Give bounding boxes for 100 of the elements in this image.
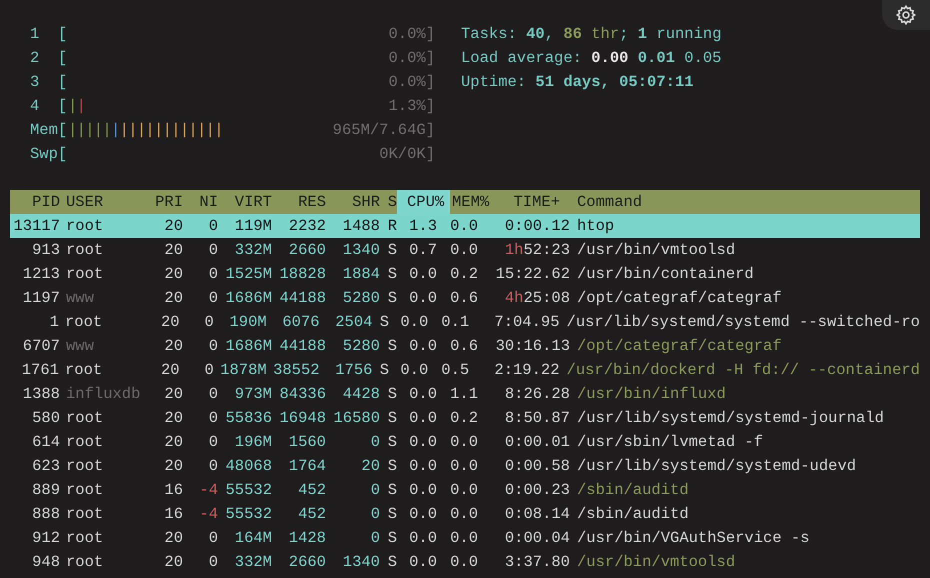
process-row[interactable]: 888 root 16 -4 55532 452 0 S 0.0 0.0 0:08.14 /sbin/auditd [10,502,920,526]
table-cell-text: 4h25:08 [504,288,570,309]
table-cell-text: 1878M [219,360,267,381]
table-cell-text: S [386,408,397,429]
column-header[interactable]: RES [272,190,326,214]
table-cell-text: 1213 [22,264,60,285]
table-cell-text: 0.0 [450,432,479,453]
column-header[interactable]: PRI [150,190,183,214]
table-cell-text: 20 [163,216,183,237]
table-cell-text: 912 [31,528,60,549]
table-cell-text: 0.0 [450,528,479,549]
table-cell-text: 5280 [342,336,380,357]
table-cell-text: /sbin/auditd [576,480,690,501]
table-cell-text: 0.0 [450,552,479,573]
table-cell-text: 20 [163,288,183,309]
process-row[interactable]: 913 root 20 0 332M 2660 1340 S 0.7 0.0 1h52:23 /usr/bin/vmtoolsd [10,238,920,262]
table-cell-text: 0.0 [408,432,438,453]
process-row[interactable]: 912 root 20 0 164M 1428 0 S 0.0 0.0 0:00.04 /usr/bin/VGAuthService -s [10,526,920,550]
table-cell-text: 0 [370,480,380,501]
table-cell-text: 20 [160,312,180,333]
table-cell-text: 1764 [288,456,326,477]
column-header[interactable]: Command [570,190,920,214]
table-cell-text: 0 [208,528,218,549]
table-cell-text: S [386,456,397,477]
table-cell-text: root [65,240,104,261]
column-header[interactable]: USER [60,190,150,214]
table-cell-text: 8:26.28 [504,384,570,405]
column-header[interactable]: S [380,190,397,214]
column-header[interactable]: NI [183,190,218,214]
table-cell-text: 0 [208,384,218,405]
table-cell-text: www [65,336,95,357]
column-header[interactable]: SHR [326,190,380,214]
table-cell-text: /usr/bin/containerd [576,264,755,285]
table-cell-text: 20 [360,456,380,477]
process-row[interactable]: 1 root 20 0 190M 6076 2504 S 0.0 0.1 7:04.95 /usr/lib/systemd/systemd --switched-ro [10,310,920,334]
meter-label: 1 [ [30,24,68,45]
table-cell-text: 0.2 [450,264,479,285]
table-cell-text: 38552 [272,360,320,381]
table-cell-text: 0.7 [408,240,438,261]
column-header[interactable]: PID [10,190,60,214]
table-cell-text: 0.0 [408,504,438,525]
table-cell-text: /usr/bin/influxd [576,384,727,405]
settings-icon [895,4,917,26]
table-cell-text: 0.0 [399,360,430,381]
summary-line: Uptime: 51 days, 05:07:11 [461,72,695,93]
table-cell-text: 0 [208,240,218,261]
column-header[interactable]: MEM% [450,190,490,214]
process-row[interactable]: 1388 influxdb 20 0 973M 84336 4428 S 0.0 1.1 8:26.28 /usr/bin/influxd [10,382,920,406]
table-cell-text: /usr/bin/vmtoolsd [576,552,736,573]
table-cell-text: 0.6 [450,288,479,309]
table-cell-text: 84336 [278,384,326,405]
table-cell-text: 16 [163,504,183,525]
table-cell-text: 948 [31,552,60,573]
table-cell-text: 2232 [288,216,326,237]
table-cell-text: 3:37.80 [504,552,570,573]
table-cell-text: 0 [370,504,380,525]
process-row[interactable]: 623 root 20 0 48068 1764 20 S 0.0 0.0 0:00.58 /usr/lib/systemd/systemd-udevd [10,454,920,478]
process-row[interactable]: 1213 root 20 0 1525M 18828 1884 S 0.0 0.2 15:22.62 /usr/bin/containerd [10,262,920,286]
table-cell-text: 614 [31,432,60,453]
table-cell-text: 0 [204,360,214,381]
meter-reading: 0.0%] [388,72,435,93]
table-cell-text: 1 [48,312,59,333]
table-cell-text: root [65,456,104,477]
process-row[interactable]: 1197 www 20 0 1686M 44188 5280 S 0.0 0.6 4h25:08 /opt/categraf/categraf [10,286,920,310]
column-header[interactable]: TIME+ [490,190,570,214]
table-cell-text: 2504 [334,312,372,333]
table-cell-text: 20 [163,432,183,453]
process-row[interactable]: 580 root 20 0 55836 16948 16580 S 0.0 0.2 8:50.87 /usr/lib/systemd/systemd-journald [10,406,920,430]
column-header[interactable]: VIRT [218,190,272,214]
table-cell-text: 2:19.22 [493,360,560,381]
table-cell-text: root [65,264,104,285]
table-cell-text: 2660 [288,552,326,573]
table-cell-text: 0.0 [450,216,479,237]
table-cell-text: /usr/bin/VGAuthService -s [576,528,811,549]
settings-button[interactable] [882,0,930,30]
meter-reading: 0.0%] [388,24,435,45]
process-row[interactable]: 889 root 16 -4 55532 452 0 S 0.0 0.0 0:00.23 /sbin/auditd [10,478,920,502]
table-cell-text: 0.0 [450,504,479,525]
table-cell-text: root [65,480,104,501]
process-row[interactable]: 13117 root 20 0 119M 2232 1488 R 1.3 0.0 0:00.12 htop [10,214,920,238]
table-cell-text: 0.0 [450,240,479,261]
meter-bar-text: | [68,96,77,117]
process-row[interactable]: 614 root 20 0 196M 1560 0 S 0.0 0.0 0:00.01 /usr/sbin/lvmetad -f [10,430,920,454]
table-cell-text: 190M [228,312,267,333]
process-row[interactable]: 948 root 20 0 332M 2660 1340 S 0.0 0.0 3:37.80 /usr/bin/vmtoolsd [10,550,920,574]
table-cell-text: 0.0 [408,552,438,573]
table-cell-text: 16948 [278,408,326,429]
table-cell-text: 0:00.04 [504,528,570,549]
column-header[interactable]: CPU% [397,190,450,214]
table-cell-text: 1340 [342,240,380,261]
process-row[interactable]: 6707 www 20 0 1686M 44188 5280 S 0.0 0.6 30:16.13 /opt/categraf/categraf [10,334,920,358]
meter-label: 3 [ [30,72,68,93]
table-cell-text: 0.5 [441,360,470,381]
table-cell-text: 15:22.62 [494,264,570,285]
table-cell-text: root [64,360,104,381]
table-cell-text: 0.2 [450,408,479,429]
process-row[interactable]: 1761 root 20 0 1878M 38552 1756 S 0.0 0.5 2:19.22 /usr/bin/dockerd -H fd:// --containerd [10,358,920,382]
table-cell-text: /opt/categraf/categraf [576,336,783,357]
table-cell-text: 48068 [224,456,272,477]
meter-label: Mem[ [30,120,68,141]
